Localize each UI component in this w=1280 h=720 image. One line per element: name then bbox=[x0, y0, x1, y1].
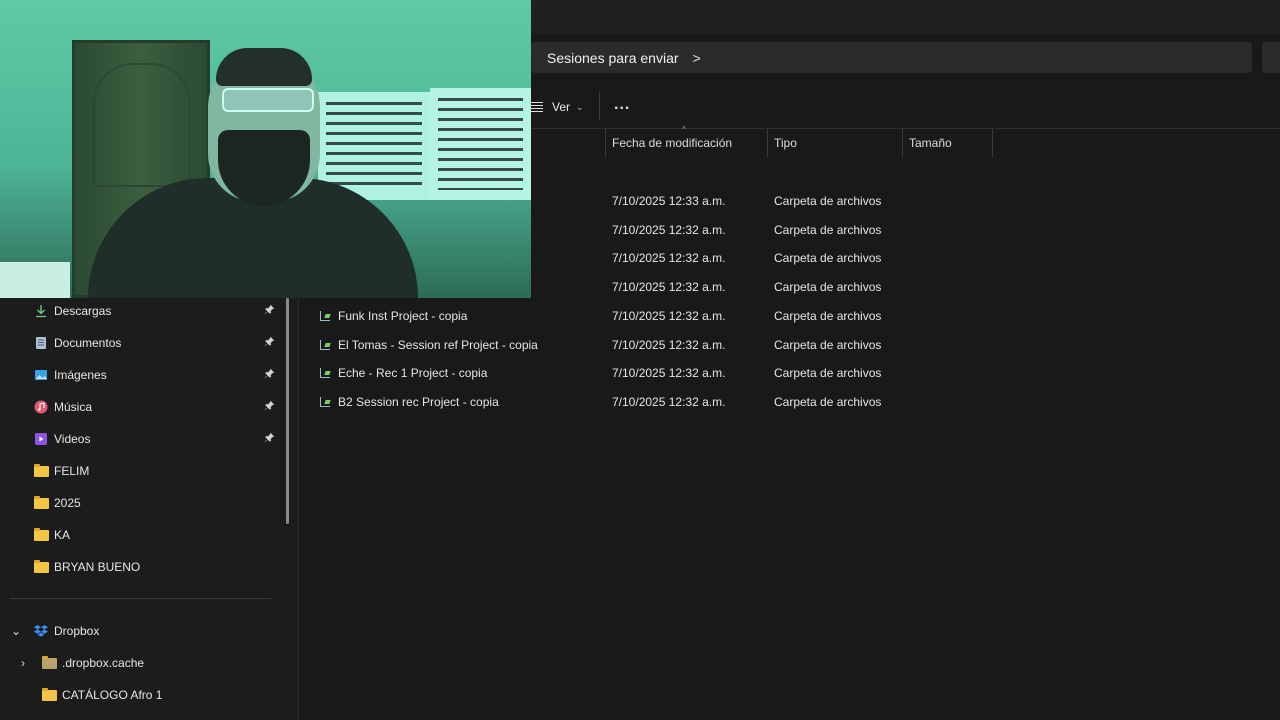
file-date-modified: 7/10/2025 12:32 a.m. bbox=[612, 394, 726, 409]
file-type: Carpeta de archivos bbox=[774, 308, 882, 323]
sidebar-item-videos[interactable]: Videos bbox=[34, 427, 90, 451]
address-bar[interactable]: Sesiones para enviar > bbox=[531, 42, 1252, 73]
sidebar-item-catalogo-afro-1[interactable]: CATÁLOGO Afro 1 bbox=[42, 683, 162, 707]
acoustic-panel bbox=[430, 88, 531, 200]
sidebar-scrollbar[interactable] bbox=[286, 298, 289, 524]
folder-icon bbox=[34, 464, 49, 478]
column-date-modified[interactable]: Fecha de modificación bbox=[605, 129, 768, 157]
file-date-modified: 7/10/2025 12:33 a.m. bbox=[612, 194, 726, 208]
sidebar-item-label: Imágenes bbox=[54, 368, 107, 382]
folder-icon bbox=[42, 688, 57, 702]
chevron-right-icon[interactable]: › bbox=[21, 656, 25, 670]
sidebar-item-dropbox[interactable]: Dropbox bbox=[34, 619, 99, 643]
breadcrumb-current-folder[interactable]: Sesiones para enviar bbox=[547, 50, 679, 66]
sidebar-item-label: Videos bbox=[54, 432, 91, 446]
file-type: Carpeta de archivos bbox=[774, 366, 882, 381]
pin-icon[interactable] bbox=[264, 368, 275, 382]
view-button-label: Ver bbox=[552, 100, 571, 114]
sidebar-item-ka[interactable]: KA bbox=[34, 523, 70, 547]
sidebar-item-label: .dropbox.cache bbox=[62, 656, 145, 670]
view-list-icon bbox=[531, 102, 543, 112]
document-icon bbox=[34, 336, 48, 350]
folder-icon bbox=[34, 560, 49, 574]
sidebar-item-imagenes[interactable]: Imágenes bbox=[34, 363, 107, 387]
more-options-button[interactable]: ... bbox=[614, 96, 630, 114]
sidebar-item-bryan-bueno[interactable]: BRYAN BUENO bbox=[34, 555, 140, 579]
image-icon bbox=[34, 368, 48, 382]
sidebar-item-label: Dropbox bbox=[54, 624, 100, 638]
sidebar-item-label: Descargas bbox=[54, 304, 112, 318]
sidebar-item-label: FELIM bbox=[54, 464, 90, 478]
folder-icon bbox=[34, 528, 49, 542]
sidebar-item-documentos[interactable]: Documentos bbox=[34, 331, 121, 355]
file-type: Carpeta de archivos bbox=[774, 222, 882, 237]
file-date-modified: 7/10/2025 12:32 a.m. bbox=[612, 280, 726, 295]
video-icon bbox=[34, 432, 48, 446]
file-row[interactable]: Eche - Rec 1 Project - copia 7/10/2025 12… bbox=[300, 359, 1280, 387]
file-date-modified: 7/10/2025 12:32 a.m. bbox=[612, 308, 726, 323]
pin-icon[interactable] bbox=[264, 336, 275, 350]
sidebar-item-label: 2025 bbox=[54, 496, 81, 510]
sidebar-item-felim[interactable]: FELIM bbox=[34, 459, 89, 483]
file-date-modified: 7/10/2025 12:32 a.m. bbox=[612, 337, 726, 352]
sidebar-item-label: KA bbox=[54, 528, 71, 542]
download-icon bbox=[34, 304, 48, 318]
breadcrumb-chevron-icon[interactable]: > bbox=[693, 50, 701, 66]
file-row[interactable]: B2 Session rec Project - copia 7/10/2025 … bbox=[300, 388, 1280, 416]
webcam-overlay bbox=[0, 0, 531, 298]
column-type[interactable]: Tipo bbox=[767, 129, 903, 157]
file-type: Carpeta de archivos bbox=[774, 194, 882, 208]
pin-icon[interactable] bbox=[264, 304, 275, 318]
column-size[interactable]: Tamaño bbox=[902, 129, 993, 157]
file-row[interactable]: El Tomas - Session ref Project - copia 7/… bbox=[300, 331, 1280, 359]
sidebar-item-descargas[interactable]: Descargas bbox=[34, 299, 111, 323]
sidebar-item-label: BRYAN BUENO bbox=[54, 560, 141, 574]
project-folder-icon bbox=[320, 368, 332, 379]
file-name: Eche - Rec 1 Project - copia bbox=[338, 366, 488, 381]
sidebar-item-label: Documentos bbox=[54, 336, 122, 350]
search-box[interactable] bbox=[1262, 42, 1280, 73]
sidebar-item-dropbox-cache[interactable]: .dropbox.cache bbox=[42, 651, 144, 675]
pin-icon[interactable] bbox=[264, 400, 275, 414]
folder-icon bbox=[42, 656, 57, 670]
file-name: B2 Session rec Project - copia bbox=[338, 394, 499, 409]
file-name: Funk Inst Project - copia bbox=[338, 308, 468, 323]
sidebar-item-musica[interactable]: Música bbox=[34, 395, 92, 419]
pin-icon[interactable] bbox=[264, 432, 275, 446]
sidebar-item-2025[interactable]: 2025 bbox=[34, 491, 81, 515]
file-type: Carpeta de archivos bbox=[774, 394, 882, 409]
webcam-keyboard bbox=[0, 262, 70, 298]
sidebar-item-label: Música bbox=[54, 400, 93, 414]
file-date-modified: 7/10/2025 12:32 a.m. bbox=[612, 366, 726, 381]
nav-divider bbox=[10, 598, 271, 599]
dropbox-icon bbox=[34, 624, 48, 638]
sort-indicator-icon: ^ bbox=[682, 125, 686, 134]
file-date-modified: 7/10/2025 12:32 a.m. bbox=[612, 251, 726, 266]
webcam-person-glasses bbox=[222, 88, 314, 112]
project-folder-icon bbox=[320, 396, 332, 407]
view-button[interactable]: Ver ⌄ bbox=[531, 96, 584, 118]
file-row[interactable]: Funk Inst Project - copia 7/10/2025 12:32… bbox=[300, 302, 1280, 330]
file-name: El Tomas - Session ref Project - copia bbox=[338, 337, 538, 352]
file-date-modified: 7/10/2025 12:32 a.m. bbox=[612, 222, 726, 237]
project-folder-icon bbox=[320, 310, 332, 321]
toolbar-divider bbox=[599, 92, 600, 120]
file-type: Carpeta de archivos bbox=[774, 337, 882, 352]
chevron-down-icon: ⌄ bbox=[576, 101, 584, 112]
webcam-person-hair bbox=[216, 48, 312, 86]
file-type: Carpeta de archivos bbox=[774, 280, 882, 295]
file-type: Carpeta de archivos bbox=[774, 251, 882, 266]
music-icon bbox=[34, 400, 48, 414]
sidebar-item-label: CATÁLOGO Afro 1 bbox=[62, 688, 163, 702]
folder-icon bbox=[34, 496, 49, 510]
project-folder-icon bbox=[320, 339, 332, 350]
chevron-down-icon[interactable]: ⌄ bbox=[11, 624, 21, 638]
